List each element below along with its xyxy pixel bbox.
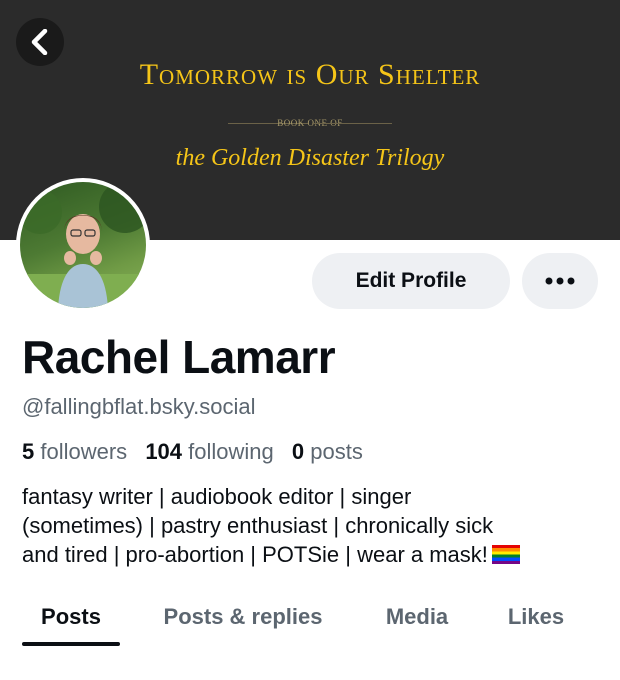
posts-count: 0 (291, 439, 305, 464)
following-stat[interactable]: 104 following (145, 439, 273, 464)
tab-likes[interactable]: Likes (496, 590, 576, 644)
bio-line: and tired | pro-abortion | POTSie | wear… (22, 540, 602, 569)
tab-label: Media (385, 604, 449, 629)
banner-subtitle: BOOK ONE OF (277, 118, 343, 128)
avatar-illustration (20, 182, 146, 308)
avatar[interactable] (16, 178, 150, 312)
tab-media[interactable]: Media (374, 590, 460, 644)
posts-stat: 0 posts (292, 439, 363, 464)
banner-title: Tomorrow is Our Shelter (139, 58, 481, 91)
tab-posts[interactable]: Posts (22, 590, 120, 646)
tab-label: Likes (507, 604, 565, 629)
ellipsis-icon (545, 277, 575, 285)
more-options-button[interactable] (522, 253, 598, 309)
edit-profile-button[interactable]: Edit Profile (312, 253, 510, 309)
banner-divider-right (312, 123, 392, 124)
profile-bio: fantasy writer | audiobook editor | sing… (22, 482, 602, 569)
banner-script-line: the Golden Disaster Trilogy (175, 145, 445, 171)
tab-label: Posts (41, 604, 101, 629)
profile-tabs: Posts Posts & replies Media Likes (0, 590, 620, 656)
profile-stats: 5 followers 104 following 0 posts (22, 439, 375, 465)
following-label: following (188, 439, 274, 464)
avatar-photo (20, 182, 146, 308)
tab-posts-and-replies[interactable]: Posts & replies (150, 590, 336, 644)
tab-label: Posts & replies (163, 604, 323, 629)
followers-stat[interactable]: 5 followers (22, 439, 127, 464)
posts-label: posts (310, 439, 363, 464)
followers-count: 5 (22, 439, 35, 464)
followers-label: followers (40, 439, 128, 464)
rainbow-flag-icon (491, 545, 520, 564)
bio-line: fantasy writer | audiobook editor | sing… (22, 484, 412, 509)
bio-line-text: and tired | pro-abortion | POTSie | wear… (22, 542, 488, 567)
chevron-left-icon (31, 29, 48, 55)
user-handle: @fallingbflat.bsky.social (22, 394, 256, 419)
active-tab-indicator (22, 642, 120, 646)
following-count: 104 (145, 439, 183, 464)
bio-line: (sometimes) | pastry enthusiast | chroni… (22, 513, 494, 538)
display-name: Rachel Lamarr (22, 331, 336, 383)
